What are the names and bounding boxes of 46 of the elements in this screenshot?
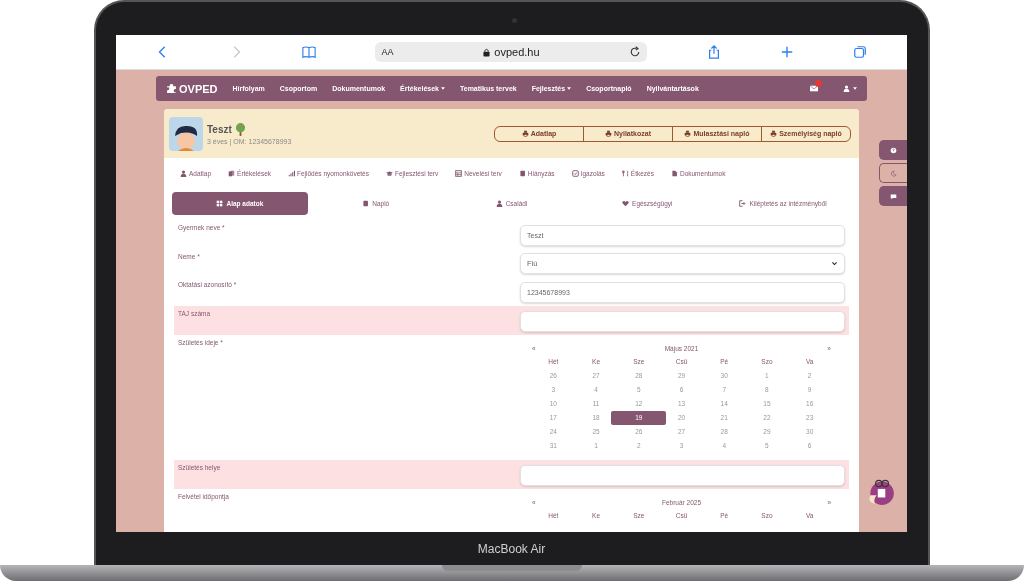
device-label: MacBook Air: [477, 541, 546, 556]
text-field[interactable]: [520, 465, 845, 486]
text-field[interactable]: [520, 311, 845, 332]
tabs-icon[interactable]: [852, 45, 867, 59]
user-menu[interactable]: [843, 85, 857, 92]
cutlery-icon: [621, 169, 629, 177]
documents-icon: [228, 169, 236, 177]
heart-icon: [622, 200, 630, 207]
child-name: Teszt: [207, 123, 232, 135]
logo-text[interactable]: OVPED: [179, 82, 218, 95]
book-icon[interactable]: [302, 45, 317, 59]
person-icon: [843, 85, 850, 92]
chevron-down-icon: [831, 260, 838, 267]
side-button[interactable]: [879, 163, 907, 183]
book-icon: [362, 200, 370, 207]
tree-icon: [234, 122, 246, 136]
puzzle-icon: [166, 83, 177, 94]
book-icon: [518, 169, 526, 177]
help-icon: [890, 146, 897, 154]
file-icon: [670, 169, 678, 177]
person-icon: [180, 169, 187, 177]
printer-icon: [605, 130, 612, 137]
text-size-button[interactable]: AA: [381, 47, 394, 57]
side-button[interactable]: [879, 186, 907, 206]
caret-down-icon: [853, 87, 857, 90]
graduation-cap-icon: [385, 169, 393, 177]
bar-chart-icon: [288, 169, 295, 177]
moon-icon: [890, 169, 897, 177]
printer-icon: [684, 130, 692, 137]
envelope-icon[interactable]: [810, 85, 818, 92]
side-button[interactable]: [879, 140, 907, 160]
reload-icon[interactable]: [629, 46, 642, 58]
plus-icon[interactable]: [779, 45, 794, 59]
url-text: ovped.hu: [494, 46, 540, 58]
grid-icon: [216, 200, 224, 207]
table-icon: [455, 169, 463, 177]
person-icon: [495, 200, 503, 207]
share-icon[interactable]: [706, 45, 721, 59]
exit-icon: [739, 200, 747, 207]
address-bar[interactable]: AA ovped.hu: [375, 42, 648, 62]
printer-icon: [770, 130, 778, 137]
checkbox-icon: [571, 169, 579, 177]
avatar-drawing: [169, 116, 203, 151]
lock-icon: [483, 47, 491, 57]
chat-icon: [890, 192, 897, 200]
printer-icon: [521, 130, 529, 137]
